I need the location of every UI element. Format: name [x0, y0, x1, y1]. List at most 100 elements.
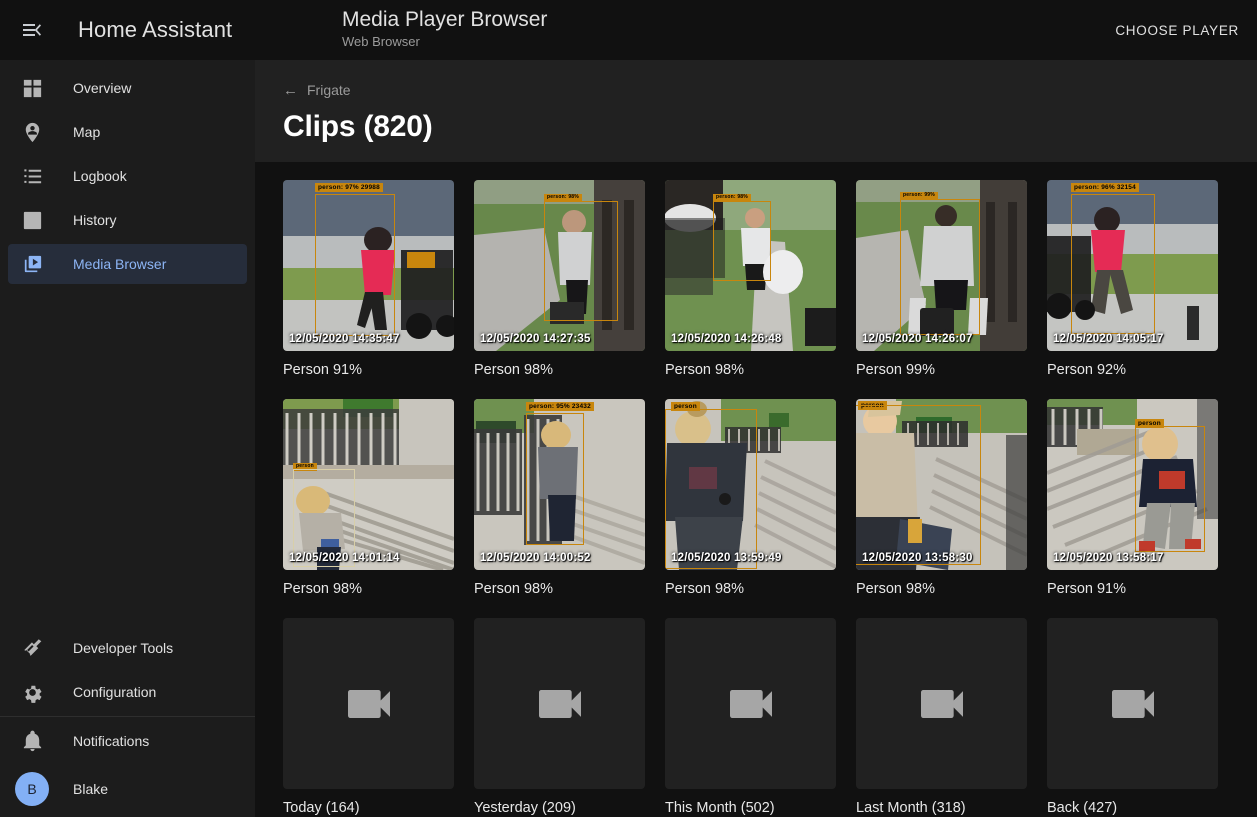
sidebar-item-label: History — [73, 212, 117, 228]
media-thumbnail[interactable]: person: 98% 12/05/2020 14:27:35 — [474, 180, 645, 351]
format-list-bulleted-icon — [20, 164, 44, 188]
scene-image — [474, 180, 645, 351]
cog-icon — [20, 680, 44, 704]
media-card-label: Today (164) — [283, 800, 454, 816]
sidebar-spacer — [0, 288, 255, 624]
media-card[interactable]: Yesterday (209) — [474, 618, 645, 816]
media-thumbnail[interactable]: person 12/05/2020 13:58:17 — [1047, 399, 1218, 570]
scene-image — [1047, 399, 1218, 570]
media-player-subtitle: Web Browser — [342, 34, 547, 50]
media-card-label: Yesterday (209) — [474, 800, 645, 816]
media-card-label: Person 98% — [474, 581, 645, 597]
media-thumbnail[interactable]: person 12/05/2020 13:59:49 — [665, 399, 836, 570]
media-card[interactable]: person 12/05/2020 13:58:17 Person 91% — [1047, 399, 1218, 597]
app-root: Home Assistant Media Player Browser Web … — [0, 0, 1257, 817]
media-thumbnail[interactable]: person 12/05/2020 14:01:14 — [283, 399, 454, 570]
sidebar-item-notifications[interactable]: Notifications — [8, 721, 247, 761]
media-card-label: Back (427) — [1047, 800, 1218, 816]
media-thumbnail[interactable] — [283, 618, 454, 789]
media-card-label: Person 92% — [1047, 362, 1218, 378]
media-thumbnail[interactable]: person: 95% 23432 12/05/2020 14:00:52 — [474, 399, 645, 570]
media-card[interactable]: person: 98% 12/05/2020 14:26:48 Person 9… — [665, 180, 836, 378]
page-title: Clips (820) — [283, 110, 1229, 144]
detection-label: person: 96% 32154 — [1071, 183, 1139, 192]
sidebar-item-map[interactable]: Map — [8, 112, 247, 152]
media-card[interactable]: person 12/05/2020 13:58:30 Person 98% — [856, 399, 1027, 597]
media-thumbnail[interactable]: person: 96% 32154 12/05/2020 14:05:17 — [1047, 180, 1218, 351]
media-card[interactable]: person: 96% 32154 12/05/2020 14:05:17 Pe… — [1047, 180, 1218, 378]
media-card[interactable]: person 12/05/2020 14:01:14 Person 98% — [283, 399, 454, 597]
media-thumbnail[interactable]: person: 99% 12/05/2020 14:26:07 — [856, 180, 1027, 351]
media-card[interactable]: Back (427) — [1047, 618, 1218, 816]
media-card-label: Person 99% — [856, 362, 1027, 378]
media-thumbnail[interactable] — [474, 618, 645, 789]
main-content: ← Frigate Clips (820) — [255, 60, 1257, 817]
sidebar-item-history[interactable]: History — [8, 200, 247, 240]
sidebar-item-user[interactable]: B Blake — [8, 765, 247, 813]
detection-label: person: 99% — [900, 192, 938, 200]
sidebar: Overview Map Logbook — [0, 60, 255, 817]
main-header: ← Frigate Clips (820) — [255, 60, 1257, 162]
media-thumbnail[interactable]: person: 97% 29988 12/05/2020 14:35:47 — [283, 180, 454, 351]
media-thumbnail[interactable] — [1047, 618, 1218, 789]
media-thumbnail[interactable] — [665, 618, 836, 789]
avatar: B — [15, 772, 49, 806]
sidebar-item-label: Map — [73, 124, 100, 140]
media-card-label: Person 98% — [856, 581, 1027, 597]
scene-image — [665, 399, 836, 570]
view-dashboard-icon — [20, 76, 44, 100]
media-card-label: Person 98% — [665, 581, 836, 597]
play-box-multiple-icon — [20, 252, 44, 276]
media-card-label: Person 98% — [283, 581, 454, 597]
sidebar-item-logbook[interactable]: Logbook — [8, 156, 247, 196]
sidebar-item-developer-tools[interactable]: Developer Tools — [8, 628, 247, 668]
sidebar-item-label: Notifications — [73, 733, 149, 749]
scene-image — [283, 399, 454, 570]
media-card-label: Last Month (318) — [856, 800, 1027, 816]
sidebar-item-configuration[interactable]: Configuration — [8, 672, 247, 712]
hammer-icon — [20, 636, 44, 660]
media-thumbnail[interactable]: person: 98% 12/05/2020 14:26:48 — [665, 180, 836, 351]
media-card-label: Person 91% — [283, 362, 454, 378]
menu-open-icon[interactable] — [8, 6, 56, 54]
video-icon — [341, 676, 397, 732]
video-icon — [532, 676, 588, 732]
media-card-label: This Month (502) — [665, 800, 836, 816]
breadcrumb[interactable]: ← Frigate — [283, 82, 351, 98]
media-card-label: Person 91% — [1047, 581, 1218, 597]
media-card[interactable]: person: 95% 23432 12/05/2020 14:00:52 Pe… — [474, 399, 645, 597]
detection-label: person: 97% 29988 — [315, 183, 383, 192]
choose-player-button[interactable]: CHOOSE PLAYER — [1109, 19, 1245, 42]
media-card[interactable]: person 12/05/2020 13:59:49 Person 98% — [665, 399, 836, 597]
media-card[interactable]: person: 99% 12/05/2020 14:26:07 Person 9… — [856, 180, 1027, 378]
sidebar-item-label: Blake — [73, 781, 108, 797]
media-card[interactable]: person: 97% 29988 12/05/2020 14:35:47 Pe… — [283, 180, 454, 378]
media-thumbnail[interactable] — [856, 618, 1027, 789]
media-player-title: Media Player Browser — [342, 7, 547, 33]
media-card[interactable]: This Month (502) — [665, 618, 836, 816]
media-card[interactable]: Last Month (318) — [856, 618, 1027, 816]
breadcrumb-label: Frigate — [307, 82, 351, 98]
media-card-label: Person 98% — [474, 362, 645, 378]
chart-box-icon — [20, 208, 44, 232]
media-card[interactable]: Today (164) — [283, 618, 454, 816]
detection-label: person: 98% — [544, 194, 582, 202]
sidebar-item-media-browser[interactable]: Media Browser — [8, 244, 247, 284]
media-card[interactable]: person: 98% 12/05/2020 14:27:35 Person 9… — [474, 180, 645, 378]
detection-label: person: 98% — [713, 194, 751, 202]
sidebar-item-label: Configuration — [73, 684, 156, 700]
video-icon — [1105, 676, 1161, 732]
scene-image — [856, 180, 1027, 351]
detection-label: person — [1135, 419, 1164, 428]
sidebar-item-overview[interactable]: Overview — [8, 68, 247, 108]
sidebar-item-label: Media Browser — [73, 256, 166, 272]
media-card-label: Person 98% — [665, 362, 836, 378]
top-app-bar: Home Assistant Media Player Browser Web … — [0, 0, 1257, 60]
media-thumbnail[interactable]: person 12/05/2020 13:58:30 — [856, 399, 1027, 570]
sidebar-item-label: Logbook — [73, 168, 127, 184]
scene-image — [474, 399, 645, 570]
scene-image — [283, 180, 454, 351]
scene-image — [1047, 180, 1218, 351]
detection-label: person — [293, 463, 317, 471]
sidebar-item-label: Developer Tools — [73, 640, 173, 656]
